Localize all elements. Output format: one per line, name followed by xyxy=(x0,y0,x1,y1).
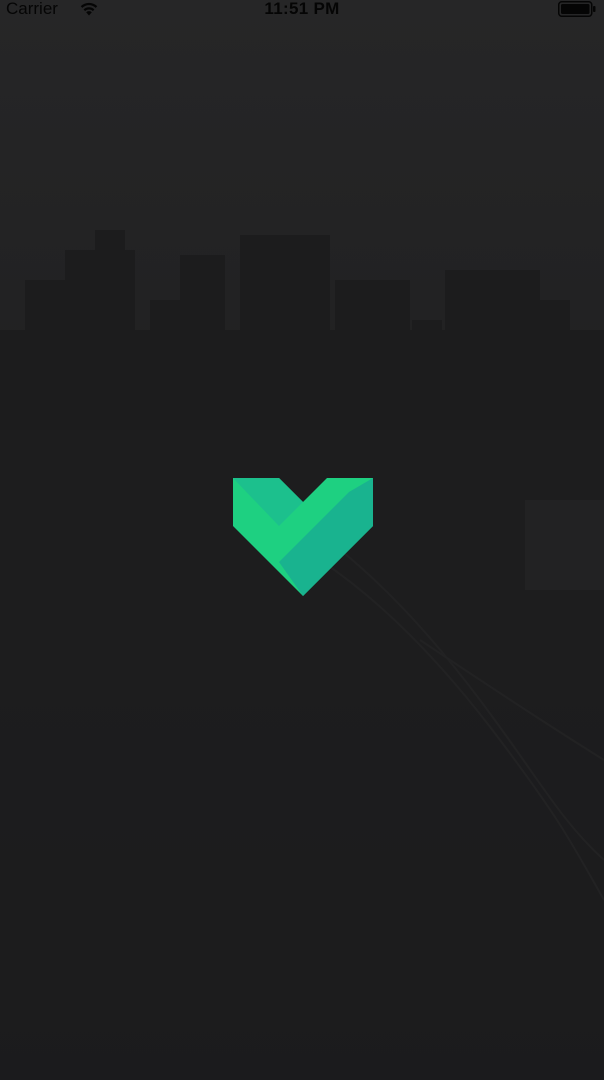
status-bar: Carrier 11:51 PM xyxy=(0,0,604,20)
status-time: 11:51 PM xyxy=(264,0,340,18)
battery-icon xyxy=(558,1,596,17)
splash-screen: Carrier 11:51 PM xyxy=(0,0,604,1080)
heart-chevron-logo-icon xyxy=(233,478,373,596)
